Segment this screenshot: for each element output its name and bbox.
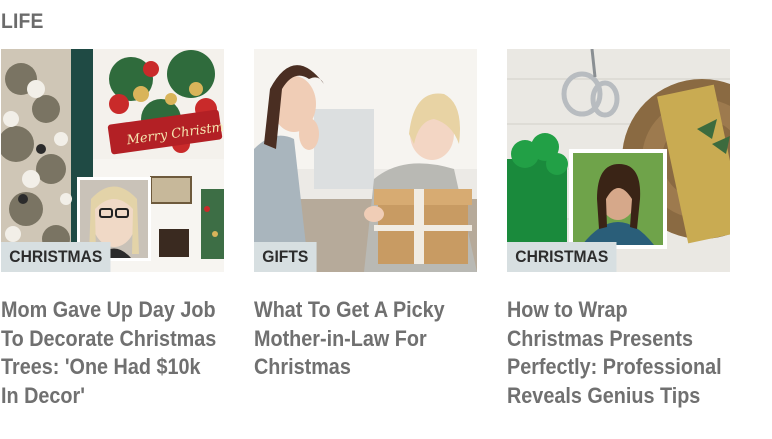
article-headline[interactable]: What To Get A Picky Mother-in-Law For Ch… xyxy=(254,296,470,382)
article-thumbnail[interactable]: GIFTS xyxy=(254,49,477,272)
gift-wrapping-image xyxy=(507,49,730,272)
article-card-2[interactable]: GIFTS What To Get A Picky Mother-in-Law … xyxy=(254,49,477,382)
article-card-1[interactable]: Merry Christmas CHRISTMAS Mom Gave Up Da… xyxy=(1,49,224,410)
category-tag[interactable]: GIFTS xyxy=(254,242,317,272)
category-tag[interactable]: CHRISTMAS xyxy=(1,242,111,272)
section-title: LIFE xyxy=(1,10,44,33)
article-thumbnail[interactable]: CHRISTMAS xyxy=(507,49,730,272)
christmas-tree-decor-image: Merry Christmas xyxy=(1,49,224,272)
article-thumbnail[interactable]: Merry Christmas CHRISTMAS xyxy=(1,49,224,272)
article-headline[interactable]: How to Wrap Christmas Presents Perfectly… xyxy=(507,296,723,410)
article-card-3[interactable]: CHRISTMAS How to Wrap Christmas Presents… xyxy=(507,49,730,410)
article-headline[interactable]: Mom Gave Up Day Job To Decorate Christma… xyxy=(1,296,217,410)
gift-opening-image xyxy=(254,49,477,272)
category-tag[interactable]: CHRISTMAS xyxy=(507,242,617,272)
